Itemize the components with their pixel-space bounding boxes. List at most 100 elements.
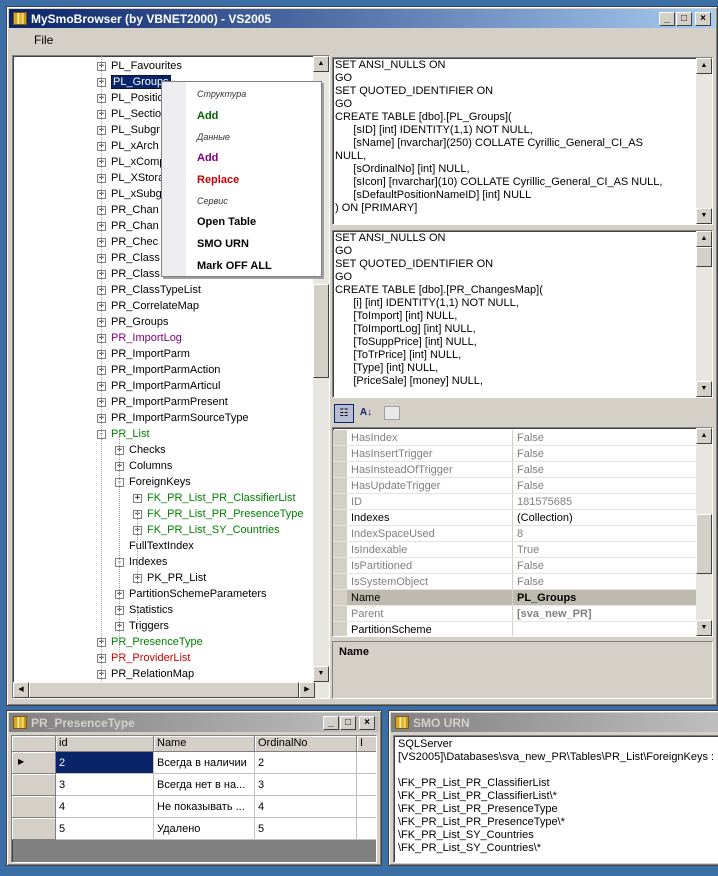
script-top-textbox[interactable]: SET ANSI_NULLS ON GO SET QUOTED_IDENTIFIER…: [332, 57, 713, 225]
tree-node[interactable]: + PL_xSubg: [97, 186, 162, 202]
context-menu-item[interactable]: Add: [197, 150, 218, 166]
property-row[interactable]: Parent [sva_new_PR]: [333, 606, 696, 622]
minimize-button[interactable]: _: [659, 12, 675, 26]
property-value[interactable]: False: [513, 446, 696, 461]
tree-node[interactable]: + PL_xArch: [97, 138, 159, 154]
urn-title-bar[interactable]: SMO URN: [391, 713, 718, 732]
main-title-bar[interactable]: MySmoBrowser (by VBNET2000) - VS2005: [9, 9, 715, 28]
property-grid-vscrollbar[interactable]: ▲ ▼: [696, 428, 712, 636]
urn-textbox[interactable]: SQLServer [VS2005]\Databases\sva_new_PR\T…: [393, 735, 718, 863]
column-header-extra[interactable]: I: [357, 736, 376, 752]
hscroll-thumb[interactable]: [29, 682, 299, 698]
script-top-vscrollbar[interactable]: ▲ ▼: [696, 58, 712, 224]
tree-node[interactable]: + PR_ProviderList: [97, 650, 190, 666]
tree-node[interactable]: + PR_Groups: [97, 314, 168, 330]
scroll-thumb[interactable]: [313, 284, 329, 378]
scroll-down-button[interactable]: ▼: [696, 381, 712, 397]
tree-node[interactable]: + PR_CorrelateMap: [97, 298, 199, 314]
property-row[interactable]: IndexSpaceUsed 8: [333, 526, 696, 542]
tree-node[interactable]: FullTextIndex: [115, 538, 194, 554]
scroll-left-button[interactable]: ◀: [13, 682, 29, 698]
alphabetical-icon[interactable]: A↓: [356, 404, 376, 423]
property-row[interactable]: IsSystemObject False: [333, 574, 696, 590]
property-value[interactable]: False: [513, 462, 696, 477]
tree-node[interactable]: + PR_Chan: [97, 202, 159, 218]
property-grid[interactable]: HasIndex False HasInsertTrigger False HasIns…: [332, 427, 713, 637]
scroll-thumb[interactable]: [696, 247, 712, 267]
cell-name[interactable]: Всегда в наличии: [154, 752, 255, 774]
property-value[interactable]: (Collection): [513, 510, 696, 525]
tree-node[interactable]: + PartitionSchemeParameters: [115, 586, 267, 602]
cell-id[interactable]: 3: [56, 774, 154, 796]
tree-node[interactable]: + PR_Chan: [97, 218, 159, 234]
property-row[interactable]: IsPartitioned False: [333, 558, 696, 574]
property-row[interactable]: HasIndex False: [333, 430, 696, 446]
cell-id[interactable]: 4: [56, 796, 154, 818]
row-header[interactable]: [12, 796, 56, 818]
script-bottom-vscrollbar[interactable]: ▲ ▼: [696, 231, 712, 397]
tree-hscrollbar[interactable]: ◀ ▶: [13, 682, 329, 698]
property-value[interactable]: False: [513, 558, 696, 573]
tree-node[interactable]: + PR_Chec: [97, 234, 158, 250]
cell-extra[interactable]: [357, 818, 376, 840]
scroll-down-button[interactable]: ▼: [696, 620, 712, 636]
tree-node[interactable]: + PR_RelationMap: [97, 666, 194, 682]
tree-node[interactable]: + PL_Favourites: [97, 58, 182, 74]
cell-id[interactable]: 2: [56, 752, 154, 774]
tree-node[interactable]: + PR_Class: [97, 266, 160, 282]
cell-name[interactable]: Не показывать ...: [154, 796, 255, 818]
property-value[interactable]: 181575685: [513, 494, 696, 509]
scroll-up-button[interactable]: ▲: [696, 58, 712, 74]
column-header-ordinalno[interactable]: OrdinalNo: [255, 736, 357, 752]
script-bottom-textbox[interactable]: SET ANSI_NULLS ON GO SET QUOTED_IDENTIFIER…: [332, 230, 713, 398]
property-value[interactable]: False: [513, 430, 696, 445]
tree-node[interactable]: + PR_ImportLog: [97, 330, 182, 346]
categorized-button[interactable]: ☷: [334, 404, 354, 423]
close-button[interactable]: ×: [695, 12, 711, 26]
cell-id[interactable]: 5: [56, 818, 154, 840]
column-header-id[interactable]: id: [56, 736, 154, 752]
menu-file[interactable]: File: [10, 33, 59, 47]
column-header-name[interactable]: Name: [154, 736, 255, 752]
tree-node[interactable]: + PR_ImportParmPresent: [97, 394, 228, 410]
scroll-up-button[interactable]: ▲: [313, 56, 329, 72]
tree-node[interactable]: + Triggers: [115, 618, 169, 634]
property-value[interactable]: False: [513, 574, 696, 589]
property-row[interactable]: HasInsertTrigger False: [333, 446, 696, 462]
scroll-right-button[interactable]: ▶: [299, 682, 315, 698]
tree-node[interactable]: + Statistics: [115, 602, 173, 618]
context-menu-item[interactable]: Open Table: [197, 214, 256, 230]
data-grid[interactable]: id Name OrdinalNo I ▶ 2 Всегда в наличии 2 3…: [11, 735, 377, 863]
property-row[interactable]: PartitionScheme: [333, 622, 696, 636]
maximize-button[interactable]: □: [340, 716, 356, 730]
scroll-thumb[interactable]: [696, 514, 712, 574]
row-header[interactable]: ▶: [12, 752, 56, 774]
tree-node[interactable]: + FK_PR_List_PR_PresenceType: [133, 506, 304, 522]
row-header[interactable]: [12, 774, 56, 796]
minimize-button[interactable]: _: [323, 716, 339, 730]
tree-node[interactable]: + PR_ImportParmArticul: [97, 378, 220, 394]
property-row[interactable]: Indexes (Collection): [333, 510, 696, 526]
tree-node[interactable]: + PR_ImportParmSourceType: [97, 410, 249, 426]
tree-node[interactable]: + PL_Positio: [97, 90, 164, 106]
tree-node[interactable]: - PR_List: [97, 426, 150, 442]
property-row[interactable]: Name PL_Groups: [333, 590, 696, 606]
cell-name[interactable]: Удалено: [154, 818, 255, 840]
property-row[interactable]: HasUpdateTrigger False: [333, 478, 696, 494]
property-row[interactable]: IsIndexable True: [333, 542, 696, 558]
context-menu-item[interactable]: SMO URN: [197, 236, 249, 252]
tree-node[interactable]: + PL_Groups: [97, 74, 171, 90]
property-value[interactable]: [513, 622, 696, 636]
cell-ordinal[interactable]: 5: [255, 818, 357, 840]
cell-ordinal[interactable]: 4: [255, 796, 357, 818]
tree-node[interactable]: - Indexes: [115, 554, 168, 570]
tree-node[interactable]: + FK_PR_List_SY_Countries: [133, 522, 280, 538]
property-value[interactable]: PL_Groups: [513, 590, 696, 605]
row-header[interactable]: [12, 818, 56, 840]
tree-node[interactable]: + PL_Sectio: [97, 106, 161, 122]
cell-ordinal[interactable]: 3: [255, 774, 357, 796]
property-row[interactable]: ID 181575685: [333, 494, 696, 510]
tree-node[interactable]: + PL_Subgr: [97, 122, 160, 138]
tree-node[interactable]: + PR_ImportParm: [97, 346, 190, 362]
tree-node[interactable]: + PL_xComp: [97, 154, 165, 170]
